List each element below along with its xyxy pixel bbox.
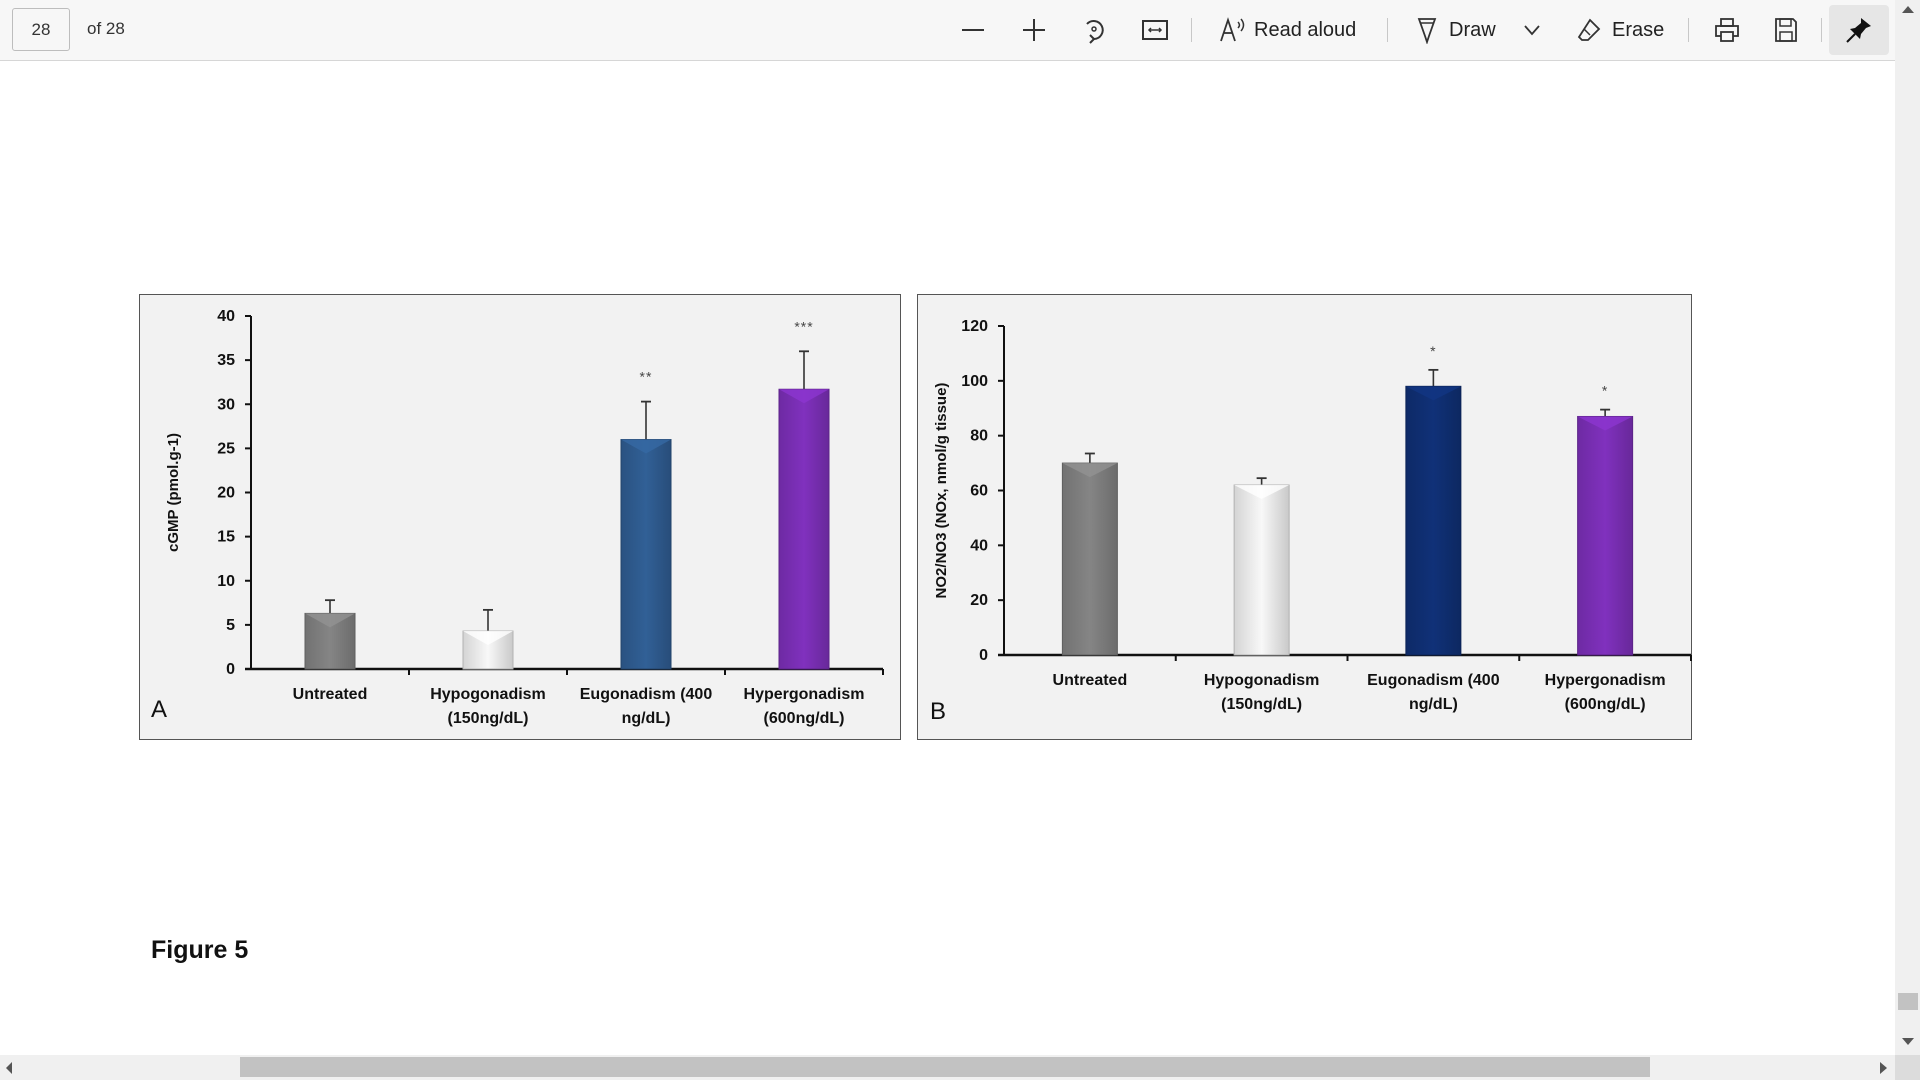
y-tick-label: 120	[961, 318, 988, 335]
category-label: Untreated	[293, 686, 368, 703]
y-tick-label: 5	[226, 617, 235, 634]
y-tick-label: 10	[217, 573, 235, 590]
scroll-down-arrow-icon[interactable]	[1902, 1038, 1914, 1045]
draw-options-dropdown[interactable]	[1522, 0, 1542, 60]
panel-label: A	[151, 696, 167, 723]
vertical-scroll-thumb[interactable]	[1898, 993, 1918, 1010]
y-axis-label: cGMP (pmol.g-1)	[165, 433, 182, 552]
print-button[interactable]	[1713, 0, 1741, 60]
y-tick-label: 60	[970, 483, 988, 500]
bar	[1577, 415, 1634, 656]
category-label: Hypergonadism	[744, 686, 865, 703]
y-tick-label: 0	[979, 647, 988, 664]
scroll-left-arrow-icon[interactable]	[6, 1062, 12, 1074]
y-tick-label: 30	[217, 396, 235, 413]
y-tick-label: 25	[217, 440, 235, 457]
category-label: (600ng/dL)	[1565, 696, 1646, 713]
fit-width-button[interactable]	[1141, 0, 1169, 60]
rotate-button[interactable]	[1081, 0, 1107, 60]
save-button[interactable]	[1773, 0, 1799, 60]
chart-panel-b: NO2/NO3 (NOx, nmol/g tissue) 0 20 40 60 80 100…	[917, 294, 1692, 740]
read-aloud-button[interactable]: Read aloud	[1218, 0, 1356, 60]
draw-button[interactable]: Draw	[1415, 0, 1496, 60]
save-icon	[1775, 18, 1797, 42]
print-icon	[1715, 18, 1739, 42]
category-label: ng/dL)	[1409, 696, 1458, 713]
erase-button[interactable]: Erase	[1576, 0, 1664, 60]
y-tick-label: 35	[217, 352, 235, 369]
draw-label: Draw	[1449, 18, 1496, 41]
read-aloud-label: Read aloud	[1254, 18, 1357, 41]
category-label: Hypergonadism	[1545, 672, 1666, 689]
minus-icon	[962, 29, 984, 31]
toolbar-separator	[1688, 18, 1689, 42]
y-tick-label: 40	[970, 537, 988, 554]
toolbar-separator	[1191, 18, 1192, 42]
y-tick-label: 0	[226, 661, 235, 678]
horizontal-scrollbar[interactable]	[0, 1055, 1895, 1080]
plus-icon	[1023, 19, 1045, 41]
y-tick-label: 20	[970, 592, 988, 609]
page-total-label: of 28	[87, 19, 125, 38]
horizontal-scroll-thumb[interactable]	[240, 1057, 1650, 1077]
scroll-right-arrow-icon[interactable]	[1880, 1062, 1887, 1074]
category-label: Hypogonadism	[1204, 672, 1320, 689]
significance-marker: *	[1430, 343, 1436, 359]
category-label: Eugonadism (400	[580, 686, 713, 703]
category-label: (150ng/dL)	[1221, 696, 1302, 713]
rotate-icon	[1086, 20, 1104, 44]
bar	[620, 439, 672, 670]
scroll-up-arrow-icon[interactable]	[1902, 6, 1914, 13]
y-tick-label: 15	[217, 529, 235, 546]
eraser-icon	[1577, 18, 1601, 41]
y-tick-label: 20	[217, 485, 235, 502]
toolbar-separator	[1821, 18, 1822, 42]
read-aloud-icon	[1220, 17, 1245, 42]
scrollbar-corner	[1895, 1055, 1920, 1080]
category-label: Eugonadism (400	[1367, 672, 1500, 689]
y-tick-label: 40	[217, 308, 235, 325]
figure-caption: Figure 5	[151, 936, 249, 964]
zoom-in-button[interactable]	[1021, 0, 1047, 60]
category-label: ng/dL)	[622, 710, 671, 727]
chart-panel-a: cGMP (pmol.g-1) 0 5 10 15 20 25 30 35 40 Untreated…	[139, 294, 901, 740]
category-label: Untreated	[1053, 672, 1128, 689]
bar	[778, 388, 830, 670]
bar	[1061, 462, 1118, 656]
bar	[1233, 484, 1290, 656]
significance-marker: ***	[794, 318, 813, 334]
pin-icon	[1846, 18, 1871, 43]
erase-label: Erase	[1612, 18, 1665, 41]
panel-label: B	[930, 698, 946, 725]
significance-marker: **	[640, 369, 653, 385]
draw-icon	[1417, 18, 1437, 44]
nox-bar-chart: NO2/NO3 (NOx, nmol/g tissue) 0 20 40 60 80 100…	[930, 318, 1692, 725]
zoom-out-button[interactable]	[960, 0, 986, 60]
fit-width-icon	[1142, 20, 1168, 40]
toolbar-separator	[1387, 18, 1388, 42]
bar	[1405, 385, 1462, 656]
cgmp-bar-chart: cGMP (pmol.g-1) 0 5 10 15 20 25 30 35 40 Untreated…	[151, 308, 884, 727]
category-label: (150ng/dL)	[448, 710, 529, 727]
pdf-toolbar: 28 of 28 Read aloud Draw Erase	[0, 0, 1895, 61]
chevron-down-icon	[1524, 25, 1540, 36]
pin-toolbar-button[interactable]	[1829, 5, 1889, 55]
vertical-scrollbar[interactable]	[1895, 0, 1920, 1055]
y-axis-label: NO2/NO3 (NOx, nmol/g tissue)	[933, 383, 950, 599]
y-tick-label: 100	[961, 373, 988, 390]
y-tick-label: 80	[970, 428, 988, 445]
category-label: Hypogonadism	[430, 686, 546, 703]
page-number-input[interactable]: 28	[12, 8, 70, 51]
category-label: (600ng/dL)	[764, 710, 845, 727]
significance-marker: *	[1602, 383, 1608, 399]
